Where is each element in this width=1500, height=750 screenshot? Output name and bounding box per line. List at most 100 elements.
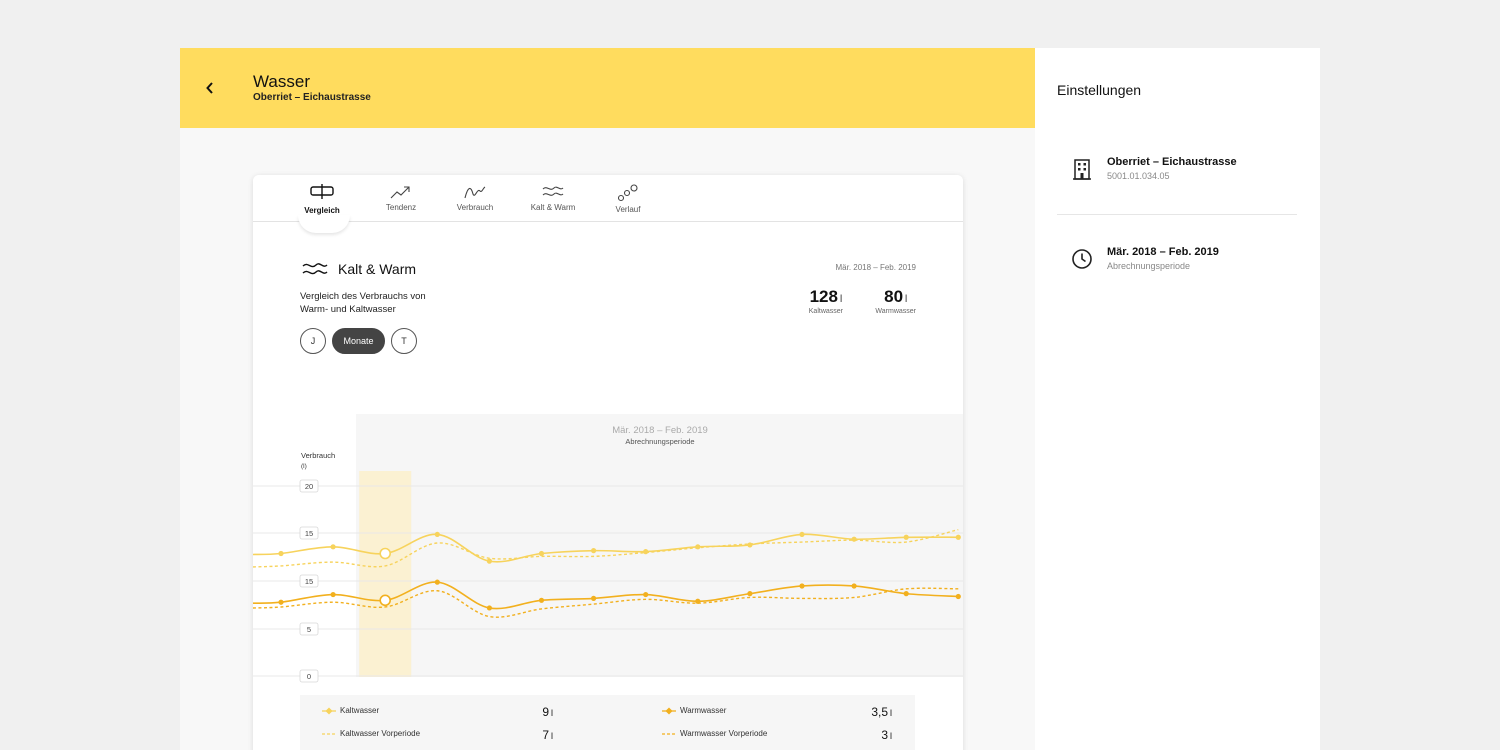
tab-label: Verbrauch bbox=[456, 203, 494, 212]
data-point bbox=[538, 550, 545, 557]
compare-icon bbox=[310, 184, 334, 199]
tab-label: Tendenz bbox=[385, 203, 417, 212]
data-point bbox=[538, 597, 545, 603]
data-point bbox=[799, 583, 805, 589]
sidebar-item-title: Oberriet – Eichaustrasse bbox=[1107, 156, 1237, 168]
range-button-year[interactable]: J bbox=[300, 328, 326, 354]
period-label: Mär. 2018 – Feb. 2019 bbox=[835, 263, 917, 272]
range-button-day[interactable]: T bbox=[391, 328, 417, 354]
line-chart: Mär. 2018 – Feb. 2019Abrechnungsperiode V… bbox=[253, 414, 963, 683]
y-axis-unit: (l) bbox=[301, 463, 307, 470]
data-point bbox=[851, 583, 857, 589]
tab-verlauf[interactable]: Verlauf bbox=[590, 175, 666, 222]
sidebar-item-subtitle: Abrechnungsperiode bbox=[1107, 261, 1191, 271]
legend-value: 3l bbox=[881, 728, 892, 742]
legend-label: Warmwasser bbox=[680, 706, 727, 715]
legend-label: Kaltwasser Vorperiode bbox=[340, 729, 421, 738]
data-point bbox=[486, 558, 492, 564]
tab-label: Kalt & Warm bbox=[530, 203, 576, 212]
data-point-highlight bbox=[379, 594, 391, 607]
legend-item: Warmwasser Vorperiode bbox=[662, 729, 767, 738]
highlight-column bbox=[359, 471, 412, 677]
stat-label: Warmwasser bbox=[875, 308, 916, 315]
range-button-months[interactable]: Monate bbox=[332, 328, 385, 354]
sidebar-item-period[interactable]: Mär. 2018 – Feb. 2019 Abrechnungsperiode bbox=[1057, 246, 1297, 271]
data-point bbox=[903, 591, 909, 597]
y-tick-label: 20 bbox=[305, 482, 313, 491]
stat-value: 80 bbox=[884, 287, 904, 306]
data-point bbox=[434, 579, 440, 585]
data-point bbox=[799, 531, 805, 538]
chart-legend: Kaltwasser 9l Warmwasser 3,5 l Kaltwasser… bbox=[300, 695, 915, 750]
tab-label: Verlauf bbox=[615, 205, 641, 214]
app-window: Wasser Oberriet – Eichaustrasse Mär. 201… bbox=[180, 48, 1320, 750]
page-subtitle: Oberriet – Eichaustrasse bbox=[253, 92, 371, 103]
back-button[interactable] bbox=[200, 76, 220, 100]
legend-item: Kaltwasser bbox=[322, 706, 379, 715]
cold-warm-icon bbox=[542, 186, 564, 196]
sidebar-divider bbox=[1057, 214, 1297, 215]
legend-value: 7l bbox=[542, 728, 553, 742]
data-point bbox=[330, 591, 336, 598]
section-description: Vergleich des Verbrauchs von Warm- und K… bbox=[300, 291, 426, 315]
data-point bbox=[955, 534, 961, 540]
tab-tendenz[interactable]: Tendenz bbox=[363, 175, 439, 222]
y-tick-label: 0 bbox=[307, 672, 311, 681]
y-tick-label: 15 bbox=[305, 577, 313, 586]
sidebar-item-location[interactable]: Oberriet – Eichaustrasse 5001.01.034.05 bbox=[1057, 156, 1297, 181]
legend-value: 3,5 l bbox=[871, 705, 892, 719]
y-axis-label: Verbrauch bbox=[301, 451, 335, 460]
data-point bbox=[643, 591, 649, 598]
chart-card: Mär. 2018 – Feb. 2019 Abrechnungsperiode V… bbox=[253, 175, 963, 750]
data-point bbox=[747, 542, 753, 548]
cold-warm-icon bbox=[302, 263, 328, 275]
data-point bbox=[591, 595, 597, 601]
data-point bbox=[591, 548, 597, 554]
legend-item: Kaltwasser Vorperiode bbox=[322, 729, 420, 738]
trend-icon bbox=[390, 186, 410, 199]
section-title: Kalt & Warm bbox=[338, 261, 417, 277]
data-point bbox=[434, 531, 440, 538]
y-tick-label: 5 bbox=[307, 625, 311, 634]
data-point bbox=[747, 591, 753, 597]
data-point bbox=[330, 544, 336, 550]
page-title: Wasser bbox=[253, 72, 310, 91]
sidebar-title: Einstellungen bbox=[1057, 82, 1142, 98]
legend-label: Warmwasser Vorperiode bbox=[680, 729, 768, 738]
stat-label: Kaltwasser bbox=[808, 308, 843, 315]
legend-item: Warmwasser bbox=[662, 706, 726, 715]
legend-marker bbox=[322, 732, 336, 735]
tab-verbrauch[interactable]: Verbrauch bbox=[437, 175, 513, 222]
stat-unit: l bbox=[905, 294, 908, 305]
sidebar-item-subtitle: 5001.01.034.05 bbox=[1107, 171, 1170, 181]
data-point bbox=[955, 593, 961, 600]
data-point bbox=[851, 536, 857, 542]
consumption-icon bbox=[464, 186, 486, 199]
legend-value: 9l bbox=[542, 705, 553, 719]
y-tick-label: 15 bbox=[305, 529, 313, 538]
tab-bar: Vergleich Tendenz Verbrauch Kalt & Warm … bbox=[253, 175, 963, 233]
page-header: Wasser Oberriet – Eichaustrasse bbox=[180, 48, 1035, 128]
stat-warmwasser: 80 l Warmwasser bbox=[875, 287, 916, 315]
history-icon bbox=[617, 184, 638, 202]
data-point bbox=[278, 599, 284, 605]
settings-sidebar: Einstellungen Oberriet – Eichaustrasse 5… bbox=[1035, 48, 1320, 750]
chart-period-label: Mär. 2018 – Feb. 2019 bbox=[612, 425, 708, 436]
stat-unit: l bbox=[839, 294, 843, 305]
stat-value: 128 bbox=[809, 287, 838, 306]
stat-kaltwasser: 128 l Kaltwasser bbox=[809, 287, 843, 315]
data-point bbox=[643, 549, 649, 555]
sidebar-item-title: Mär. 2018 – Feb. 2019 bbox=[1107, 246, 1219, 258]
tab-label: Vergleich bbox=[304, 206, 340, 215]
tab-kalt-warm[interactable]: Kalt & Warm bbox=[515, 175, 591, 222]
data-point bbox=[903, 534, 909, 540]
chevron-left-icon bbox=[206, 82, 213, 94]
main-panel: Wasser Oberriet – Eichaustrasse Mär. 201… bbox=[180, 48, 1035, 750]
legend-marker bbox=[662, 732, 676, 735]
legend-marker bbox=[322, 706, 336, 715]
legend-label: Kaltwasser bbox=[340, 706, 380, 715]
building-icon bbox=[1073, 159, 1091, 180]
legend-marker bbox=[662, 706, 676, 715]
tab-vergleich[interactable]: Vergleich bbox=[284, 175, 360, 222]
clock-icon bbox=[1072, 249, 1092, 269]
